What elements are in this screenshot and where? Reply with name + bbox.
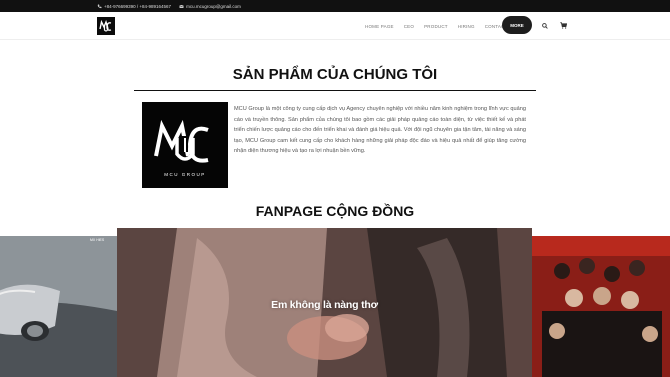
- main-navigation: HOME PAGE CEO PRODUCT HIRING CONTACT MOR…: [0, 12, 670, 40]
- top-contact-bar: +84-976699390 / +84-989164567 mcu.mcugro…: [0, 0, 670, 12]
- menu-links: HOME PAGE CEO PRODUCT HIRING CONTACT: [365, 12, 518, 40]
- brand-caption: MCU GROUP: [164, 172, 206, 177]
- products-description: MCU Group là một công ty cung cấp dịch v…: [234, 106, 526, 155]
- email-icon: [179, 4, 184, 8]
- nav-home-page[interactable]: HOME PAGE: [365, 24, 394, 29]
- car-post-image[interactable]: MX HiES: [0, 236, 117, 377]
- phone-number[interactable]: +84-976699390 / +84-989164567: [104, 4, 171, 9]
- cart-icon[interactable]: [560, 22, 567, 29]
- nav-hiring[interactable]: HIRING: [458, 24, 475, 29]
- group-photo-post[interactable]: [532, 236, 670, 377]
- mcu-brand-image: MCU GROUP: [142, 102, 228, 188]
- section-divider: [134, 90, 536, 91]
- featured-video-post[interactable]: Em không là nàng thơ: [117, 228, 532, 377]
- products-section-title: SẢN PHẨM CỦA CHÚNG TÔI: [232, 66, 438, 83]
- post-tag: MX HiES: [90, 238, 105, 242]
- fanpage-section-title: FANPAGE CỘNG ĐỒNG: [255, 203, 415, 219]
- video-caption: Em không là nàng thơ: [271, 299, 378, 311]
- fanpage-gallery: MX HiES Em không là nàng thơ: [0, 228, 670, 377]
- phone-icon: [97, 4, 102, 8]
- nav-product[interactable]: PRODUCT: [424, 24, 448, 29]
- site-logo[interactable]: [97, 17, 115, 35]
- nav-ceo[interactable]: CEO: [404, 24, 414, 29]
- search-icon[interactable]: [542, 23, 548, 29]
- more-button[interactable]: MORE: [502, 16, 532, 34]
- email-address[interactable]: mcu.mcugroup@gmail.com: [186, 4, 241, 9]
